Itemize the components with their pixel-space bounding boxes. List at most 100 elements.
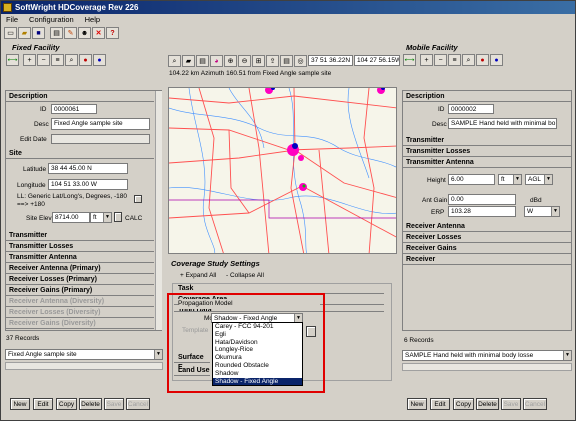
- fixed-cancel-button[interactable]: Cancel: [126, 398, 150, 410]
- transmitter-losses-section[interactable]: Transmitter Losses: [6, 242, 154, 252]
- map-status-text: 104.22 km Azimuth 160.51 from Fixed Angl…: [169, 70, 332, 77]
- export-icon[interactable]: ●: [490, 54, 503, 66]
- receiver-gains-primary-section[interactable]: Receiver Gains (Primary): [6, 286, 154, 296]
- mobile-copy-button[interactable]: Copy: [453, 398, 474, 410]
- mobile-receiver-losses-section[interactable]: Receiver Losses: [403, 233, 571, 243]
- help-icon[interactable]: ?: [106, 27, 119, 39]
- mobile-edit-button[interactable]: Edit: [430, 398, 450, 410]
- delete-icon[interactable]: ✕: [92, 27, 105, 39]
- erp-label: ERP: [431, 209, 445, 216]
- height-unit-select[interactable]: ft ▼: [498, 174, 522, 185]
- print-icon[interactable]: ▤: [50, 27, 63, 39]
- mobile-receiver-section[interactable]: Receiver: [403, 255, 571, 265]
- zoom-in-icon[interactable]: ⊕: [224, 55, 237, 67]
- globe-icon[interactable]: ◎: [294, 55, 307, 67]
- fixed-id-field[interactable]: 0000061: [51, 104, 97, 114]
- fixed-facility-panel: Description ID 0000061 Desc Fixed Angle …: [5, 90, 162, 331]
- erp-field[interactable]: 103.28: [448, 206, 516, 217]
- find-icon[interactable]: ⌕: [462, 54, 475, 66]
- map-canvas: [169, 88, 396, 253]
- zoom-icon[interactable]: ⌕: [168, 55, 181, 67]
- erp-unit-select[interactable]: W ▼: [524, 206, 560, 217]
- list-icon[interactable]: ≡: [51, 54, 64, 66]
- mobile-receiver-antenna-section[interactable]: Receiver Antenna: [403, 222, 571, 232]
- mobile-desc-field[interactable]: SAMPLE Hand held with minimal bo: [448, 118, 557, 129]
- export-icon[interactable]: ●: [93, 54, 106, 66]
- add-icon[interactable]: +: [23, 54, 36, 66]
- expand-icon[interactable]: ⟷: [6, 54, 19, 66]
- expand-icon[interactable]: ⟷: [403, 54, 416, 66]
- coverage-map[interactable]: [168, 87, 397, 254]
- fixed-copy-button[interactable]: Copy: [56, 398, 77, 410]
- longitude-field[interactable]: 104 51 33.00 W: [48, 179, 128, 190]
- ll-format-button[interactable]: [134, 195, 142, 203]
- chevron-down-icon: ▼: [544, 175, 552, 184]
- zoom-out-icon[interactable]: ⊖: [238, 55, 251, 67]
- fixed-horizontal-scrollbar[interactable]: [5, 362, 163, 370]
- height-field[interactable]: 6.00: [448, 174, 495, 185]
- mobile-cancel-button[interactable]: Cancel: [523, 398, 547, 410]
- fixed-new-button[interactable]: New: [10, 398, 30, 410]
- fixed-delete-button[interactable]: Delete: [79, 398, 102, 410]
- erp-unit-value: W: [527, 208, 534, 215]
- users-icon[interactable]: ☻: [78, 27, 91, 39]
- color-wheel-icon[interactable]: ◕: [210, 55, 223, 67]
- ant-gain-field[interactable]: 0.00: [448, 194, 516, 205]
- fixed-panel-scrollbar[interactable]: [155, 91, 162, 330]
- fixed-description-header[interactable]: Description: [6, 92, 154, 102]
- mobile-horizontal-scrollbar[interactable]: [402, 363, 572, 371]
- fixed-record-select[interactable]: Fixed Angle sample site ▼: [5, 349, 163, 360]
- fixed-edit-button[interactable]: Edit: [33, 398, 53, 410]
- site-elev-field[interactable]: 8714.00: [52, 212, 90, 223]
- mobile-tx-losses-section[interactable]: Transmitter Losses: [403, 147, 571, 157]
- expand-all-link[interactable]: + Expand All: [180, 272, 216, 279]
- transmitter-antenna-section[interactable]: Transmitter Antenna: [6, 253, 154, 263]
- site-elev-unit-select[interactable]: ft ▼: [90, 212, 112, 223]
- open-folder-icon[interactable]: ▰: [18, 27, 31, 39]
- collapse-all-link[interactable]: - Collapse All: [226, 272, 264, 279]
- site-elev-unit-value: ft: [93, 214, 97, 221]
- remove-icon[interactable]: −: [434, 54, 447, 66]
- mobile-tx-antenna-section[interactable]: Transmitter Antenna: [403, 158, 571, 168]
- receiver-antenna-primary-section[interactable]: Receiver Antenna (Primary): [6, 264, 154, 274]
- mobile-receiver-gains-section[interactable]: Receiver Gains: [403, 244, 571, 254]
- edit-icon[interactable]: ✎: [64, 27, 77, 39]
- import-icon[interactable]: ●: [476, 54, 489, 66]
- map-open-icon[interactable]: ▰: [182, 55, 195, 67]
- new-doc-icon[interactable]: ▭: [4, 27, 17, 39]
- fixed-toolbar: ⟷ + − ≡ ⌕ ● ●: [6, 54, 106, 67]
- receiver-losses-primary-section[interactable]: Receiver Losses (Primary): [6, 275, 154, 285]
- mobile-description-header[interactable]: Description: [403, 92, 571, 102]
- mobile-new-button[interactable]: New: [407, 398, 427, 410]
- list-icon[interactable]: ≡: [448, 54, 461, 66]
- print-map-icon[interactable]: ▤: [280, 55, 293, 67]
- fixed-desc-field[interactable]: Fixed Angle sample site: [51, 118, 150, 130]
- chevron-down-icon: ▼: [551, 207, 559, 216]
- transmitter-section[interactable]: Transmitter: [6, 231, 154, 241]
- menu-file[interactable]: File: [6, 15, 18, 24]
- find-icon[interactable]: ⌕: [65, 54, 78, 66]
- remove-icon[interactable]: −: [37, 54, 50, 66]
- mobile-facility-panel: Description ID 0000002 Desc SAMPLE Hand …: [402, 90, 572, 331]
- mobile-delete-button[interactable]: Delete: [476, 398, 499, 410]
- fixed-save-button[interactable]: Save: [104, 398, 124, 410]
- save-icon[interactable]: ■: [32, 27, 45, 39]
- calc-toggle[interactable]: [114, 212, 122, 222]
- height-ref-select[interactable]: AGL ▼: [525, 174, 553, 185]
- import-icon[interactable]: ●: [79, 54, 92, 66]
- fixed-site-header[interactable]: Site: [6, 149, 154, 159]
- export-map-icon[interactable]: ⇪: [266, 55, 279, 67]
- latitude-field[interactable]: 38 44 45.00 N: [48, 163, 128, 174]
- zoom-extent-icon[interactable]: ⊞: [252, 55, 265, 67]
- menu-help[interactable]: Help: [85, 15, 100, 24]
- mobile-id-field[interactable]: 0000002: [448, 104, 494, 114]
- mobile-save-button[interactable]: Save: [501, 398, 521, 410]
- menu-configuration[interactable]: Configuration: [29, 15, 74, 24]
- mobile-id-label: ID: [438, 106, 445, 113]
- mobile-transmitter-section[interactable]: Transmitter: [403, 136, 571, 146]
- add-icon[interactable]: +: [420, 54, 433, 66]
- mobile-facility-title: Mobile Facility: [406, 43, 458, 52]
- map-layers-icon[interactable]: ▤: [196, 55, 209, 67]
- map-background: [169, 88, 396, 253]
- mobile-record-select[interactable]: SAMPLE Hand held with minimal body losse…: [402, 350, 572, 361]
